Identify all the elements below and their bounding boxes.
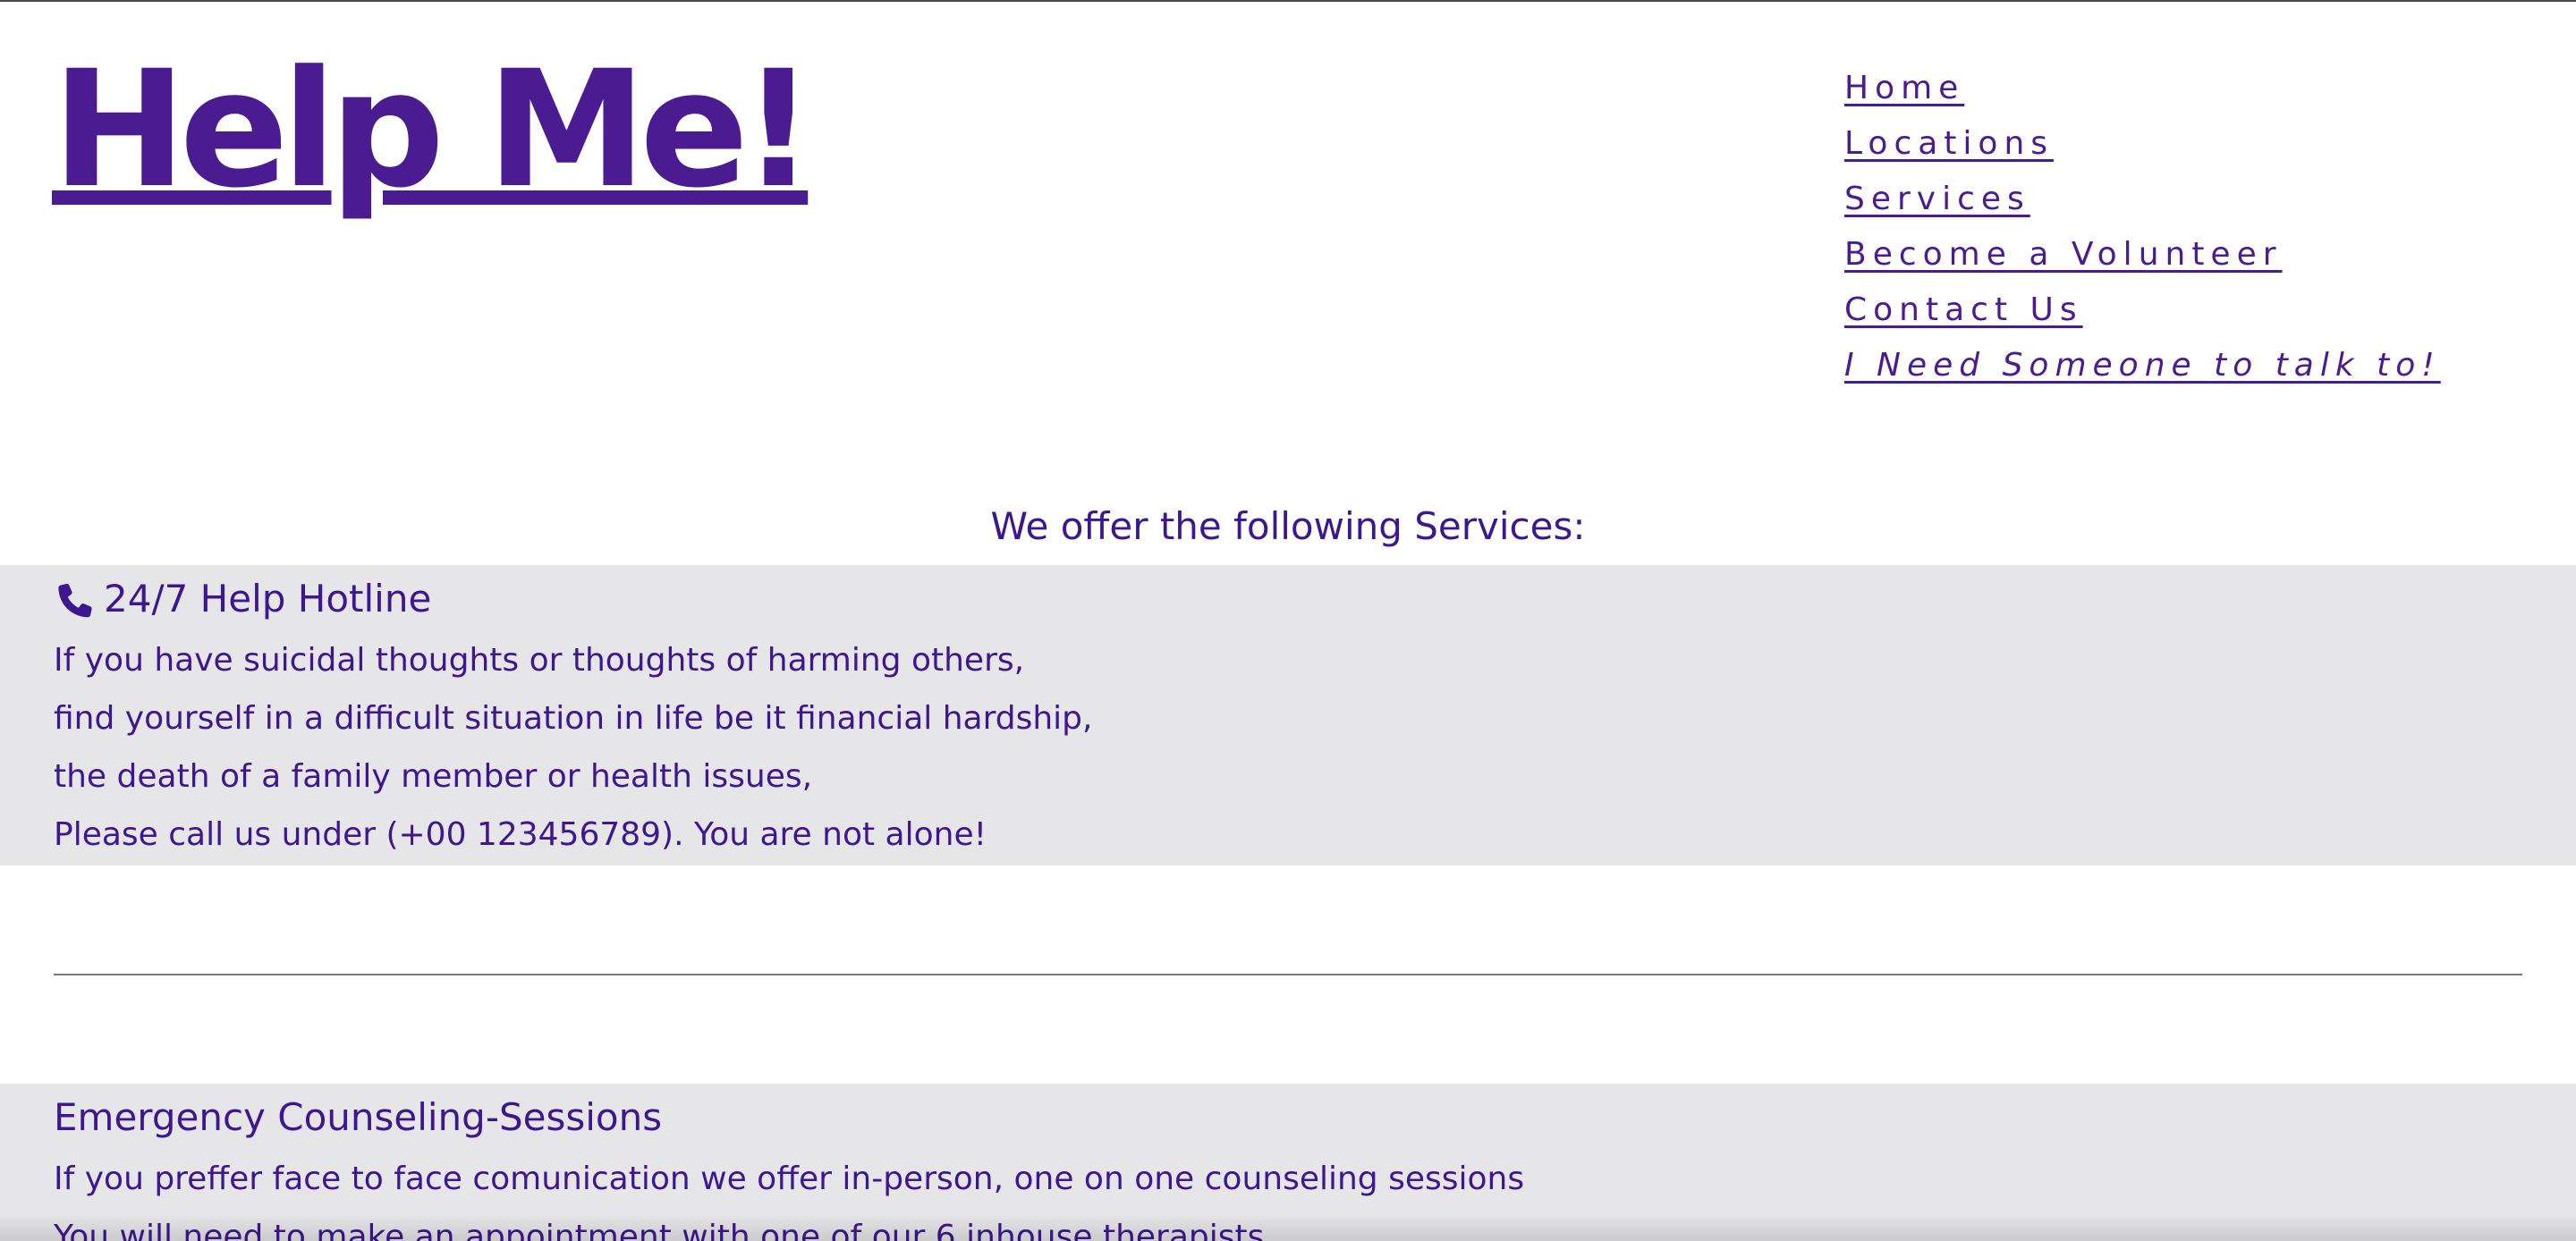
services-heading: We offer the following Services: [990, 504, 1586, 548]
service-description: If you have suicidal thoughts or thought… [54, 631, 2576, 864]
phone-icon [54, 578, 97, 620]
nav-link-locations[interactable]: Locations [1844, 116, 2441, 172]
section-divider [54, 974, 2522, 975]
service-title-row: Emergency Counseling-Sessions [54, 1084, 2576, 1146]
service-line: If you preffer face to face comunication… [54, 1161, 1525, 1197]
nav-link-home[interactable]: Home [1844, 61, 2441, 116]
logo-link[interactable]: Help Me! [52, 50, 815, 211]
service-title: 24/7 Help Hotline [104, 577, 432, 620]
service-line: the death of a family member or health i… [54, 758, 813, 795]
service-title-row: 24/7 Help Hotline [54, 565, 2576, 628]
nav-link-talk[interactable]: I Need Someone to talk to! [1844, 338, 2441, 393]
nav-link-volunteer[interactable]: Become a Volunteer [1844, 227, 2441, 283]
nav-link-contact[interactable]: Contact Us [1844, 283, 2441, 338]
nav-link-services[interactable]: Services [1844, 172, 2441, 227]
main-nav: Home Locations Services Become a Volunte… [1844, 61, 2441, 393]
service-title: Emergency Counseling-Sessions [54, 1095, 663, 1139]
service-line: find yourself in a difficult situation i… [54, 700, 1093, 737]
service-hotline: 24/7 Help Hotline If you have suicidal t… [0, 565, 2576, 865]
service-line: Please call us under (+00 123456789). Yo… [54, 816, 987, 853]
service-line: If you have suicidal thoughts or thought… [54, 642, 1025, 679]
window-bottom-shadow [0, 1214, 2576, 1241]
page: Help Me! Home Locations Services Become … [0, 0, 2576, 1241]
